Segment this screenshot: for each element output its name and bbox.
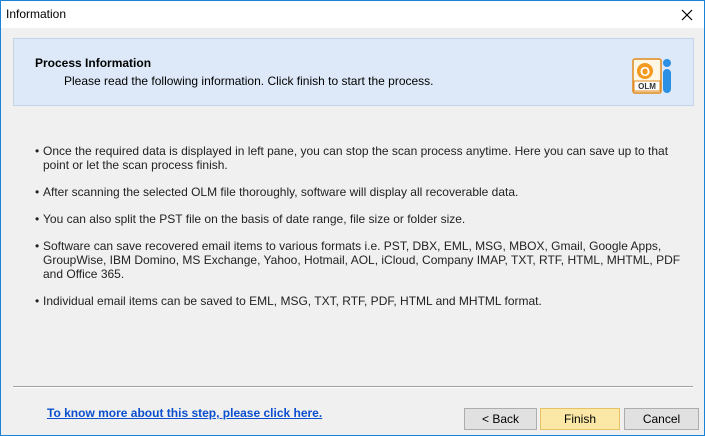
info-bullet: • You can also split the PST file on the… [35,212,466,226]
header-title: Process Information [35,56,152,70]
olm-icon-letter: O [640,64,650,79]
info-bullet: • Individual email items can be saved to… [35,294,542,308]
info-bullet-list: • Once the required data is displayed in… [35,144,685,321]
olm-info-icon: O OLM [632,58,671,94]
info-bullet: • Software can save recovered email item… [35,239,681,281]
close-icon [681,9,693,20]
window-title: Information [6,7,67,21]
olm-icon-text: OLM [638,82,656,91]
close-button[interactable] [670,1,704,28]
info-bullet: • After scanning the selected OLM file t… [35,185,519,199]
cancel-button[interactable]: Cancel [624,408,699,430]
header-panel: Process Information Please read the foll… [13,38,694,106]
info-bullet: • Once the required data is displayed in… [35,144,669,172]
footer-separator [13,386,693,388]
title-bar: Information [1,1,704,28]
help-link[interactable]: To know more about this step, please cli… [47,406,322,420]
header-subtitle: Please read the following information. C… [64,74,434,88]
information-dialog: Information Process Information Please r… [0,0,705,436]
back-button[interactable]: < Back [464,408,537,430]
finish-button[interactable]: Finish [540,408,620,430]
